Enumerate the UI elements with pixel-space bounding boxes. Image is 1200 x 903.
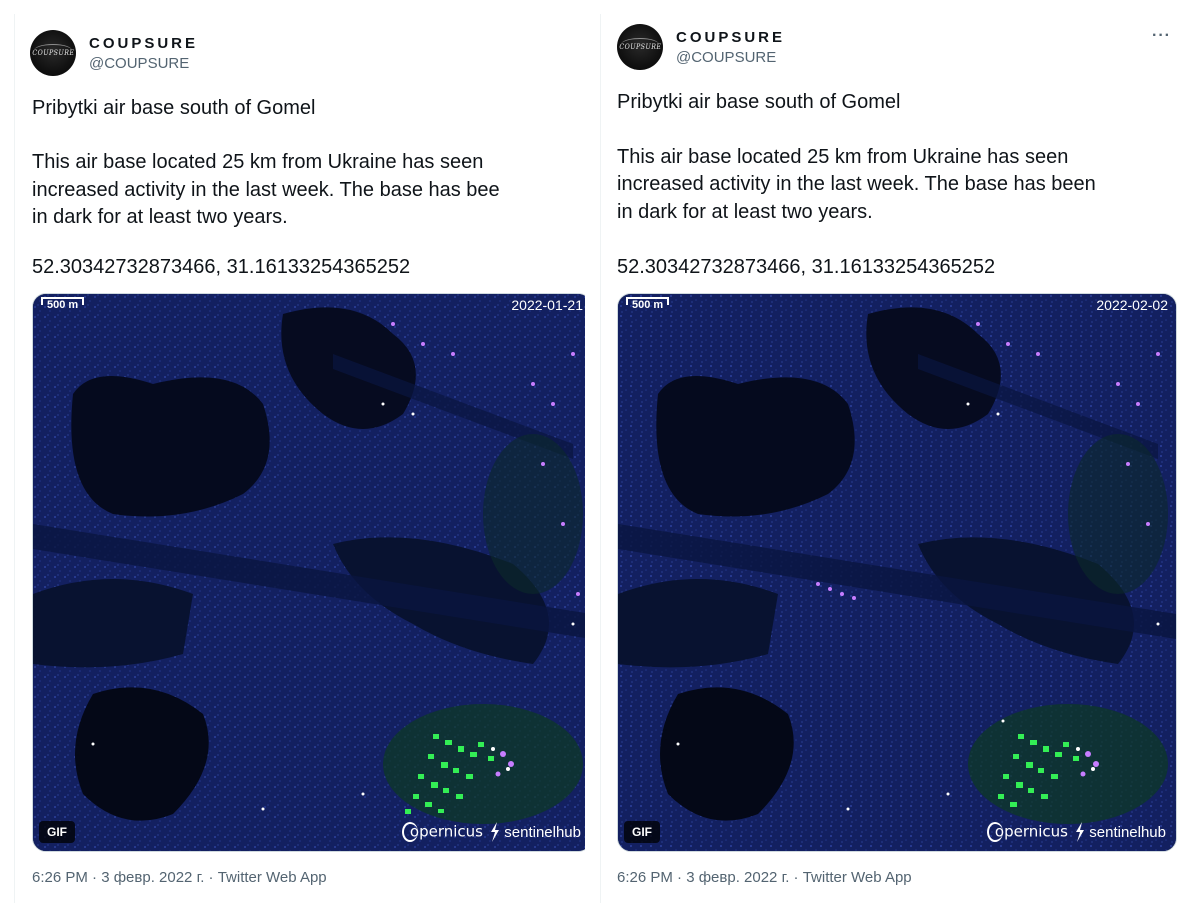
copernicus-logo: opernicus [986,822,1068,842]
sentinelhub-logo: sentinelhub [489,822,581,842]
satellite-image [33,294,585,851]
avatar-logo-text: COUPSURE [618,43,662,51]
gif-badge: GIF [624,821,660,843]
tweet-text-line: increased activity in the last week. The… [617,173,1096,195]
tweet-meta[interactable]: 6:26 PM · 3 февр. 2022 г. · Twitter Web … [617,869,912,886]
image-date: 2022-02-02 [1096,297,1168,313]
sentinelhub-logo: sentinelhub [1074,822,1166,842]
tweet-text-line: This air base located 25 km from Ukraine… [32,151,484,173]
avatar-logo-text: COUPSURE [31,49,75,57]
scale-bar: 500 m [41,297,85,314]
satellite-image [618,294,1176,851]
tweet-coordinates: 52.30342732873466, 31.16133254365252 [617,256,996,278]
avatar[interactable]: COUPSURE [30,30,76,76]
avatar[interactable]: COUPSURE [617,24,663,70]
column-divider [600,14,601,903]
copernicus-logo: opernicus [401,822,483,842]
gif-badge: GIF [39,821,75,843]
copernicus-text: opernicus [994,822,1068,841]
image-date: 2022-01-21 [511,297,583,313]
satellite-gif[interactable]: 500 m 2022-01-21 GIF opernicus sentinelh… [32,293,585,852]
tweet-text-line: Pribytki air base south of Gomel [617,91,901,113]
sentinelhub-text: sentinelhub [504,823,581,841]
tweet-text-line: increased activity in the last week. The… [32,179,500,201]
satellite-gif[interactable]: 500 m 2022-02-02 GIF opernicus sentinelh… [617,293,1177,852]
sentinelhub-text: sentinelhub [1089,823,1166,841]
copernicus-text: opernicus [409,822,483,841]
tweet-text-line: Pribytki air base south of Gomel [32,97,316,119]
tweet-left: COUPSURE COUPSURE @COUPSURE Pribytki air… [0,0,585,903]
author-handle[interactable]: @COUPSURE [89,55,189,72]
tweet-text-line: in dark for at least two years. [32,206,288,228]
author-name[interactable]: COUPSURE [89,35,198,52]
tweet-meta[interactable]: 6:26 PM · 3 февр. 2022 г. · Twitter Web … [32,869,327,886]
author-handle[interactable]: @COUPSURE [676,49,776,66]
tweet-coordinates: 52.30342732873466, 31.16133254365252 [32,256,411,278]
tweet-text-line: This air base located 25 km from Ukraine… [617,146,1069,168]
tweet-text-line: in dark for at least two years. [617,201,873,223]
sentinel-bolt-icon [1076,822,1085,842]
more-options-icon[interactable]: ··· [1152,27,1171,45]
scale-bar: 500 m [626,297,670,314]
tweet-right: COUPSURE COUPSURE @COUPSURE ··· Pribytki… [602,0,1187,903]
sentinel-bolt-icon [491,822,500,842]
author-name[interactable]: COUPSURE [676,29,785,46]
